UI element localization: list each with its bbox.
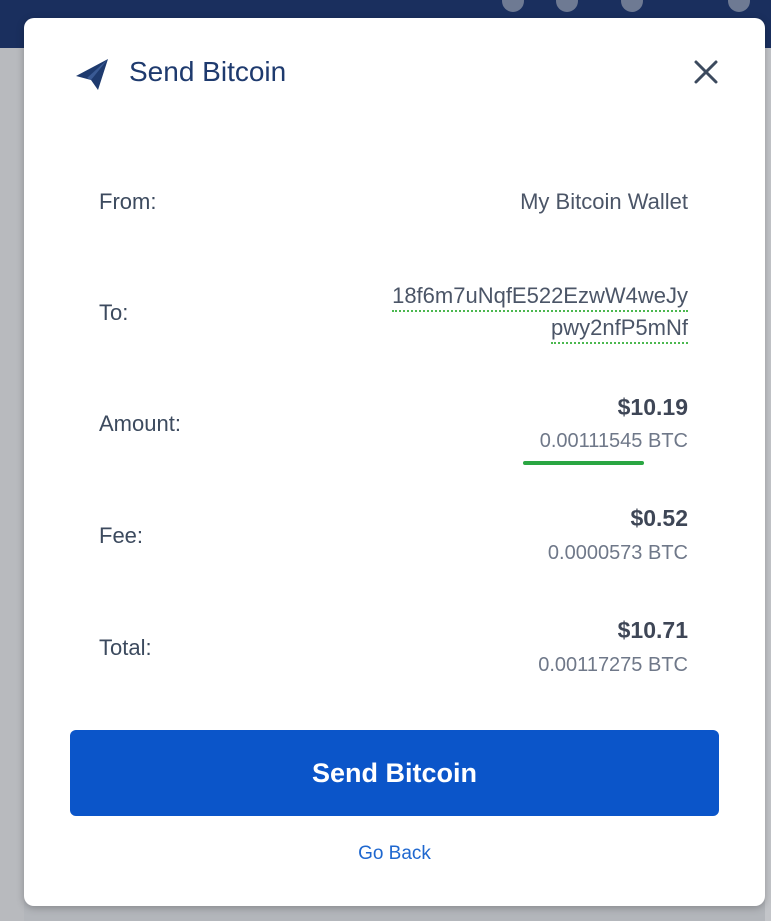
send-bitcoin-button[interactable]: Send Bitcoin (70, 730, 719, 816)
amount-label: Amount: (99, 411, 181, 436)
to-label: To: (99, 300, 129, 325)
close-icon[interactable] (688, 54, 724, 90)
background-overlay-right (765, 48, 771, 921)
from-wallet-value: My Bitcoin Wallet (520, 189, 688, 214)
total-usd-value: $10.71 (617, 617, 688, 643)
to-address-line-2: pwy2nfP5mNf (551, 314, 688, 344)
go-back-link[interactable]: Go Back (24, 842, 765, 866)
fee-label: Fee: (99, 523, 144, 548)
total-btc-value: 0.00117275 BTC (538, 654, 688, 676)
fee-usd-value: $0.52 (630, 505, 688, 531)
dialog-title: Send Bitcoin (129, 56, 287, 87)
notification-icon (502, 0, 524, 12)
fee-btc-value: 0.0000573 BTC (547, 542, 688, 564)
amount-confirm-underline (523, 461, 644, 465)
refresh-icon (556, 0, 578, 12)
from-label: From: (99, 189, 157, 214)
send-bitcoin-dialog: Send Bitcoin From: My Bitcoin Wallet To:… (24, 18, 765, 906)
amount-usd-value: $10.19 (617, 394, 688, 420)
info-icon (621, 0, 643, 12)
to-address-line-1: 18f6m7uNqfE522EzwW4weJy (392, 282, 688, 312)
amount-btc-value: 0.00111545 BTC (539, 430, 688, 452)
paper-plane-icon (76, 59, 108, 90)
to-address[interactable]: 18f6m7uNqfE522EzwW4weJy pwy2nfP5mNf (392, 280, 688, 344)
settings-icon (728, 0, 750, 12)
background-overlay-left (0, 48, 24, 921)
total-label: Total: (99, 635, 152, 660)
